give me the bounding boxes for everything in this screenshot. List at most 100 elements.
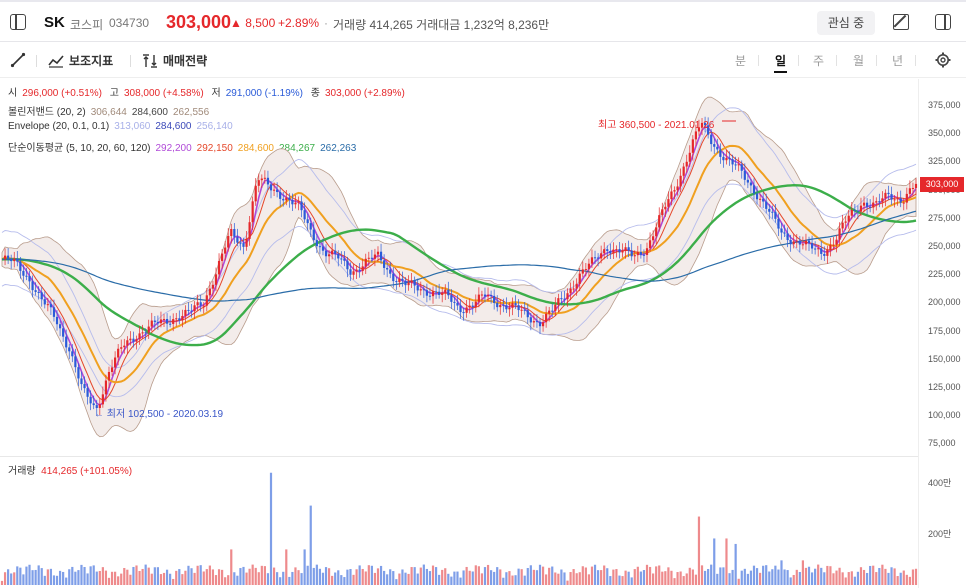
- candle-body: [462, 312, 465, 314]
- candle-body: [682, 166, 685, 176]
- candle-body: [685, 161, 688, 167]
- candle-body: [450, 295, 453, 302]
- volume-bar: [569, 572, 572, 585]
- period-month[interactable]: 월: [853, 52, 864, 69]
- volume-bar: [324, 567, 328, 585]
- indicator-button[interactable]: 보조지표: [48, 52, 113, 69]
- envelope-label: Envelope (20, 0.1, 0.1): [8, 121, 110, 132]
- candle-body: [227, 236, 230, 248]
- period-week[interactable]: 주: [813, 52, 824, 69]
- period-minute[interactable]: 분: [735, 52, 746, 69]
- candle-body: [609, 250, 612, 254]
- candle-body: [318, 246, 322, 248]
- volume-bar: [254, 567, 257, 585]
- candle-body: [716, 146, 719, 150]
- candle-body: [817, 248, 820, 250]
- volume-bar: [835, 570, 838, 585]
- volume-bar: [407, 573, 410, 585]
- envelope-lower-line: [1, 183, 917, 398]
- draw-tool-button[interactable]: [10, 52, 26, 68]
- volume-bar: [676, 572, 679, 585]
- volume-bar: [737, 578, 740, 585]
- interest-button[interactable]: 관심 중: [817, 11, 875, 35]
- pen-line-icon: [10, 52, 26, 68]
- volume-bar: [817, 564, 820, 585]
- candle-body: [407, 282, 410, 286]
- volume-bar: [752, 565, 756, 585]
- candle-body: [165, 318, 169, 324]
- volume-bar: [783, 569, 786, 585]
- candle-body: [483, 294, 487, 297]
- candle-body: [566, 293, 569, 300]
- candle-body: [774, 211, 777, 219]
- sidebar-toggle-icon[interactable]: [10, 14, 26, 30]
- ma10-line: [1, 131, 917, 401]
- period-year[interactable]: 년: [892, 52, 903, 69]
- volume-bar: [832, 573, 835, 585]
- split-layout-icon[interactable]: [935, 14, 951, 30]
- candle-body: [890, 194, 893, 200]
- candle-body: [279, 192, 282, 199]
- candle-body: [865, 202, 869, 207]
- candle-body: [266, 177, 270, 185]
- volume-bar: [3, 572, 7, 585]
- chart-toolbar: 보조지표 매매전략 분 일 주 월 년: [0, 43, 966, 78]
- volume-bar: [25, 566, 28, 585]
- volume-bar: [266, 573, 270, 585]
- settings-gear-icon[interactable]: [935, 52, 951, 68]
- bollinger-mid: 284,600: [131, 107, 168, 118]
- volume-bar: [725, 538, 728, 585]
- price-tick: 350,000: [928, 128, 961, 139]
- volume-bar: [682, 576, 685, 585]
- low-label: 저: [211, 88, 221, 99]
- candle-body: [804, 240, 808, 245]
- volume-bar: [303, 549, 306, 585]
- candle-body: [309, 223, 312, 230]
- volume-bar: [208, 565, 211, 585]
- candle-body: [798, 240, 801, 245]
- volume-bar: [144, 564, 147, 585]
- candle-body: [438, 291, 441, 295]
- edit-icon[interactable]: [893, 14, 909, 30]
- candle-body: [324, 250, 328, 257]
- volume-bar: [603, 565, 606, 585]
- ma5-value: 292,200: [155, 143, 192, 154]
- volume-bar: [193, 572, 196, 585]
- volume-bar: [746, 573, 749, 585]
- volume-bar: [132, 566, 135, 585]
- volume-bar: [820, 567, 823, 585]
- candle-body: [86, 388, 89, 397]
- candle-body: [896, 198, 899, 200]
- volume-bar: [627, 571, 630, 585]
- candle-body: [58, 324, 62, 329]
- candle-body: [419, 289, 422, 291]
- period-divider: [836, 55, 837, 66]
- volume-bar: [340, 575, 343, 585]
- volume-bar: [584, 567, 587, 585]
- candle-body: [752, 185, 756, 194]
- candle-body: [755, 193, 759, 200]
- candle-body: [346, 260, 349, 270]
- candle-body: [404, 280, 407, 286]
- volume-bar: [905, 574, 908, 585]
- price-tick: 375,000: [928, 100, 961, 110]
- strategy-button[interactable]: 매매전략: [142, 52, 207, 69]
- volume-bar: [759, 572, 762, 585]
- candle-body: [224, 247, 227, 254]
- volume-bar: [346, 569, 349, 585]
- toolbar-divider: [130, 55, 131, 67]
- period-day[interactable]: 일: [773, 52, 788, 73]
- candle-body: [719, 149, 722, 157]
- candle-body: [572, 288, 575, 290]
- volume-bar: [526, 567, 529, 585]
- candle-body: [101, 394, 104, 405]
- candle-body: [743, 170, 746, 180]
- volume-bar: [16, 566, 19, 585]
- volume-bar: [499, 569, 502, 585]
- candle-body: [569, 288, 572, 294]
- candle-body: [795, 240, 798, 242]
- candle-body: [688, 152, 691, 162]
- candle-body: [190, 310, 193, 312]
- candle-body: [248, 222, 251, 239]
- candle-body: [28, 276, 31, 282]
